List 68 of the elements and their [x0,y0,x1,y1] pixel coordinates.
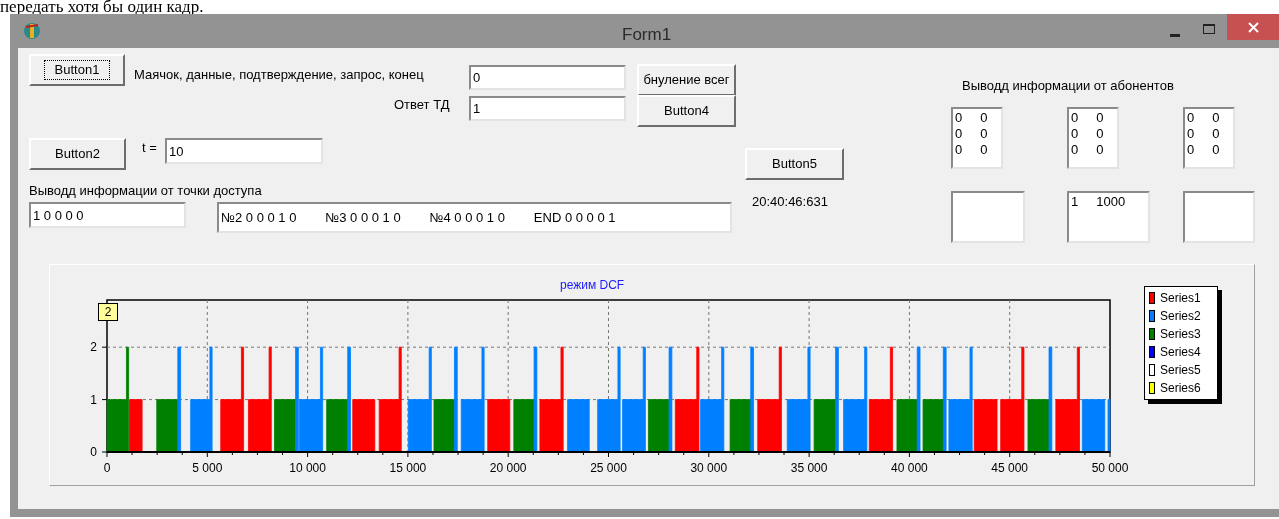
memo-field[interactable]: 0 0 0 0 0 0 [951,107,1003,169]
input-field[interactable]: 1 0 0 0 0 [29,202,186,228]
memo-line: 0 0 [1187,142,1221,158]
memo-line: 0 0 [955,142,989,158]
input-field[interactable]: 1 [469,96,626,121]
memo-line: 0 0 [1187,110,1221,126]
label: Выводд информации от абонентов [962,77,1174,95]
legend-swatch [1149,382,1155,394]
x-tick-label: 25 000 [590,461,627,475]
y-tick-label: 1 [90,392,97,407]
legend-swatch [1149,364,1155,376]
legend-label: Series5 [1160,362,1201,379]
x-tick-label: 35 000 [790,461,828,475]
memo-field[interactable]: 0 0 0 0 0 0 [1183,107,1235,169]
legend-label: Series2 [1160,308,1201,325]
memo-line: 1 1000 [1071,194,1127,210]
legend-swatch [1149,346,1155,358]
memo-line: 0 0 [1187,126,1221,142]
legend-swatch [1149,292,1155,304]
chart-title: режим DCF [560,277,625,294]
memo-line: 0 0 [955,110,989,126]
memo-field[interactable]: 0 0 0 0 0 0 [1067,107,1119,169]
legend-label: Series3 [1160,326,1201,343]
legend-label: Series1 [1160,290,1201,307]
label: Ответ ТД [394,96,450,114]
maximize-icon [1203,24,1215,34]
x-tick-label: 20 000 [489,461,527,475]
x-tick-label: 30 000 [690,461,728,475]
close-icon [1247,21,1259,33]
value-marker: 2 [98,303,118,321]
memo-field[interactable] [951,191,1025,243]
memo-field[interactable]: 1 1000 [1067,191,1150,243]
legend-label: Series4 [1160,344,1201,361]
y-tick-label: 2 [90,340,97,355]
button[interactable]: Button1 [29,54,125,86]
legend-swatch [1149,310,1155,322]
memo-line: 0 0 [1071,126,1105,142]
input-field[interactable]: 10 [165,138,323,164]
x-tick-label: 10 000 [289,461,326,475]
label: Маячок, данные, подтверждение, запрос, конец [134,66,424,84]
close-button[interactable] [1227,14,1279,40]
memo-line: 0 0 [955,126,989,142]
x-tick-label: 45 000 [991,461,1029,475]
memo-line: 0 0 [1071,110,1105,126]
button[interactable]: Button4 [637,95,736,127]
memo-field[interactable] [1183,191,1255,243]
memo-line: 0 0 [1071,142,1105,158]
window-title: Form1 [622,24,672,46]
button[interactable]: Button5 [745,148,844,180]
x-tick-label: 5 000 [192,461,223,475]
button[interactable]: бнуление всег [637,64,736,96]
label: Выводд информации от точки доступа [29,182,262,200]
minimize-icon [1170,34,1180,37]
input-field[interactable]: 0 [469,65,626,90]
x-tick-label: 40 000 [891,461,928,475]
legend-label: Series6 [1160,380,1201,397]
app-icon [22,21,42,41]
input-field[interactable]: №2 0 0 0 1 0 №3 0 0 0 1 0 №4 0 0 0 1 0 END 0 0 0 0 1 [217,202,732,233]
y-tick-label: 0 [90,445,97,459]
y-tick [101,346,108,348]
button[interactable]: Button2 [29,138,126,170]
label: t = [142,139,157,157]
legend-swatch [1149,328,1155,340]
x-tick-label: 50 000 [1091,461,1129,475]
x-tick-label: 0 [103,461,111,475]
label: 20:40:46:631 [752,193,828,211]
y-tick [101,399,108,401]
x-tick-label: 15 000 [389,461,427,475]
